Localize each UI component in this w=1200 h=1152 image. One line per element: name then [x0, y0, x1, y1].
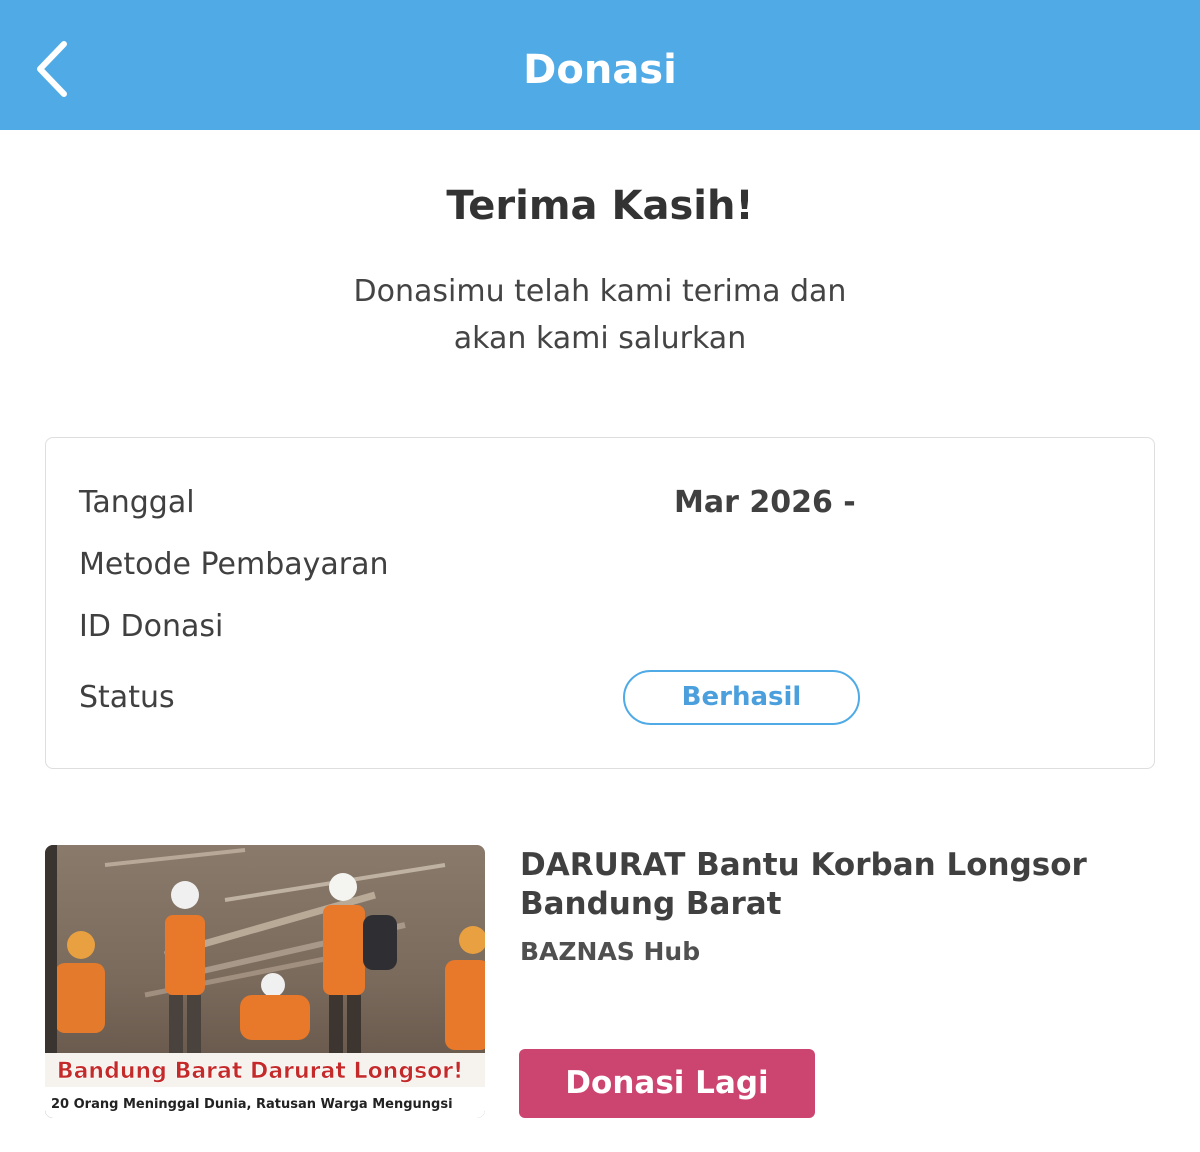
status-label: Status	[79, 680, 175, 715]
thanks-message: Donasimu telah kami terima dan akan kami…	[0, 268, 1200, 362]
thanks-message-line-1: Donasimu telah kami terima dan	[353, 274, 847, 309]
donate-again-button[interactable]: Donasi Lagi	[519, 1049, 815, 1118]
campaign-image-headline: Bandung Barat Darurat Longsor!	[57, 1059, 463, 1084]
page-title: Donasi	[523, 47, 677, 93]
campaign-image-subline: 20 Orang Meninggal Dunia, Ratusan Warga …	[51, 1097, 453, 1112]
thanks-message-line-2: akan kami salurkan	[453, 321, 747, 356]
thanks-title: Terima Kasih!	[446, 183, 754, 229]
status-badge: Berhasil	[623, 670, 860, 725]
donation-details-card: Tanggal Mar 2026 - Metode Pembayaran ID …	[45, 437, 1155, 769]
donation-id-label: ID Donasi	[79, 609, 224, 644]
date-label: Tanggal	[79, 485, 195, 520]
app-header: Donasi	[0, 0, 1200, 130]
date-value: Mar 2026 -	[674, 485, 856, 520]
campaign-organizer: BAZNAS Hub	[520, 937, 701, 966]
campaign-image[interactable]: Bandung Barat Darurat Longsor! 20 Orang …	[45, 845, 485, 1118]
payment-method-label: Metode Pembayaran	[79, 547, 389, 582]
campaign-title[interactable]: DARURAT Bantu Korban Longsor Bandung Bar…	[520, 846, 1160, 924]
